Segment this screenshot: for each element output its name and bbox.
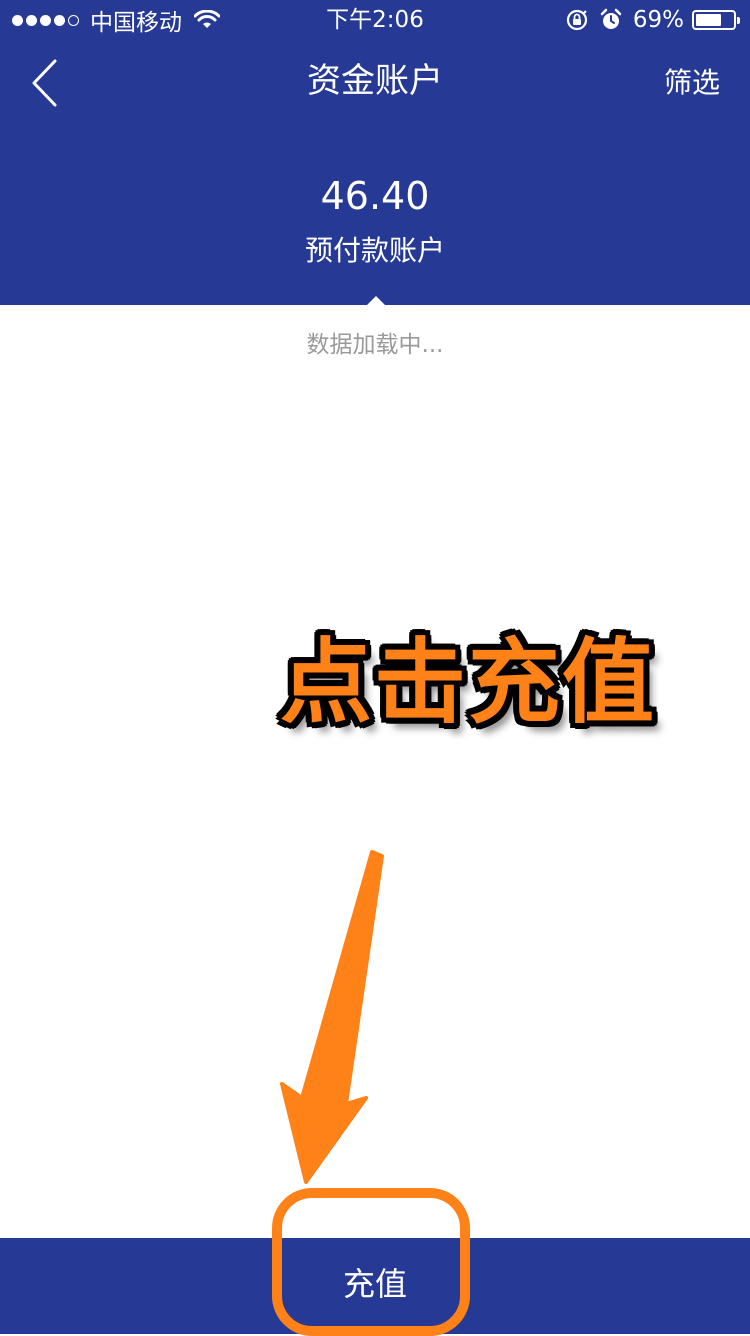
recharge-button[interactable]: 充值 [0, 1262, 750, 1306]
annotation-arrow-icon [280, 850, 384, 1184]
